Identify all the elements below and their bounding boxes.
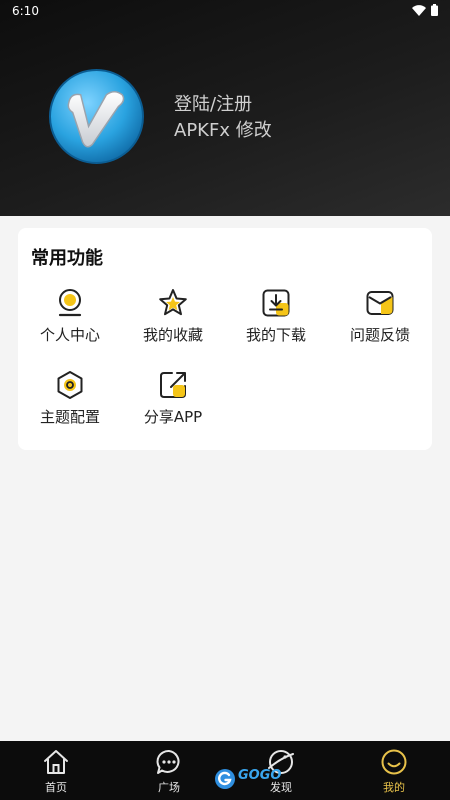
- feature-favorites[interactable]: 我的收藏: [121, 288, 225, 358]
- login-register-label: 登陆/注册: [174, 94, 253, 115]
- wifi-icon: [412, 5, 426, 16]
- feature-label: 我的下载: [245, 326, 306, 344]
- hexagon-theme-icon: [57, 371, 83, 399]
- share-icon: [160, 372, 186, 398]
- nav-label: 首页: [45, 781, 67, 794]
- nav-square[interactable]: 广场: [113, 741, 225, 800]
- status-bar: 6:10: [0, 0, 450, 22]
- nav-label: 我的: [383, 781, 405, 794]
- profile-subtitle: APKFx 修改: [174, 120, 272, 141]
- watermark-text: GOGO: [238, 768, 282, 783]
- user-center-icon: [58, 289, 82, 317]
- feature-label: 主题配置: [39, 408, 100, 426]
- nav-home[interactable]: 首页: [0, 741, 112, 800]
- login-register-link[interactable]: 登陆/注册 APKFx 修改: [174, 92, 272, 144]
- mail-icon: [366, 291, 394, 315]
- feature-label: 分享APP: [143, 408, 203, 426]
- download-icon: [262, 289, 290, 317]
- home-icon: [44, 750, 68, 774]
- feature-theme-settings[interactable]: 主题配置: [18, 370, 122, 440]
- feature-label: 个人中心: [39, 326, 100, 344]
- battery-icon: [431, 4, 438, 16]
- watermark-logo: GOGO: [214, 768, 304, 790]
- nav-mine[interactable]: 我的: [338, 741, 450, 800]
- app-logo-avatar[interactable]: [49, 69, 144, 164]
- status-time: 6:10: [12, 4, 39, 18]
- star-icon: [159, 289, 187, 316]
- feature-label: 问题反馈: [349, 326, 410, 344]
- profile-header: 6:10 登陆/注册 APKFx 修改: [0, 0, 450, 216]
- feature-user-center[interactable]: 个人中心: [18, 288, 122, 358]
- smiley-icon: [381, 749, 407, 775]
- feature-share-app[interactable]: 分享APP: [121, 370, 225, 440]
- watermark-g-icon: [215, 769, 235, 789]
- feature-downloads[interactable]: 我的下载: [224, 288, 328, 358]
- nav-label: 广场: [158, 781, 180, 794]
- chat-bubble-icon: [156, 749, 180, 774]
- section-title: 常用功能: [31, 248, 103, 269]
- feature-feedback[interactable]: 问题反馈: [328, 288, 432, 358]
- common-features-card: 常用功能 个人中心 我的收藏 我的下载 问题反馈 主题配置 分享APP: [18, 228, 432, 450]
- feature-label: 我的收藏: [142, 326, 203, 344]
